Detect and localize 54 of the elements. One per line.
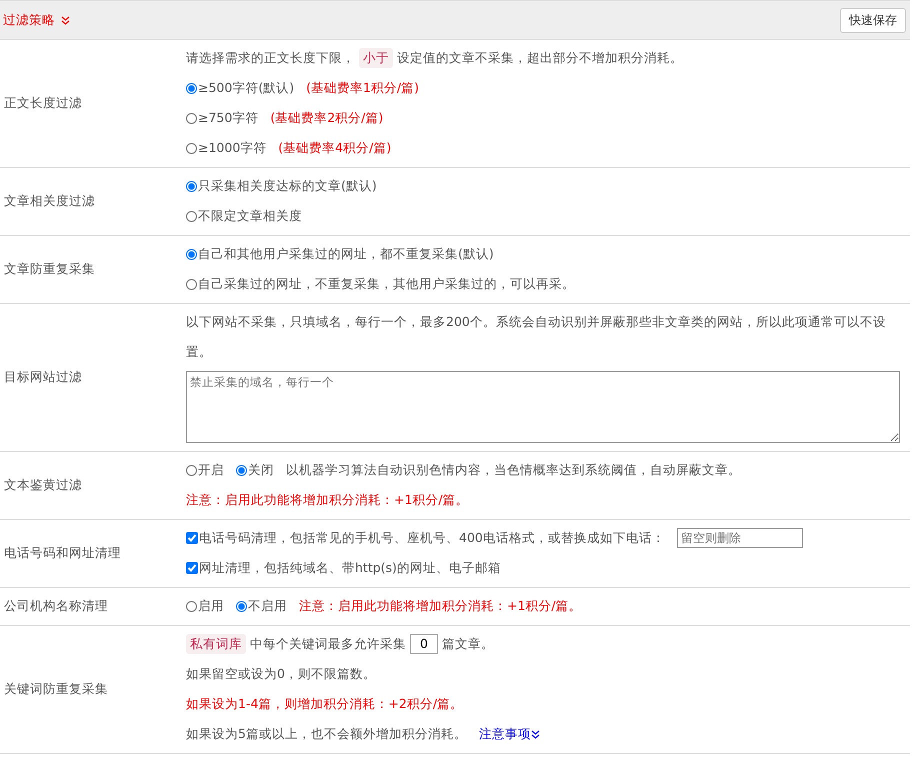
setting-label: 关键词防重复采集 [3,680,109,698]
warning-text: 注意：启用此功能将增加积分消耗：+1积分/篇。 [186,491,469,509]
description-text: 中每个关键词最多允许采集 [250,635,406,653]
description-text: 篇文章。 [442,635,494,653]
description-text: 设定值的文章不采集，超出部分不增加积分消耗。 [397,49,683,67]
option-label[interactable]: ≥750字符 [198,103,258,133]
count-input[interactable]: 0 [410,634,438,654]
radio-option[interactable]: 启用 [186,591,224,621]
radio-button[interactable] [186,112,197,124]
option-label[interactable]: 开启 [198,455,224,485]
setting-label: 文章防重复采集 [3,260,96,278]
radio-option[interactable]: 关闭 [236,455,274,485]
warning-text: 如果设为1-4篇，则增加积分消耗：+2积分/篇。 [186,695,464,713]
setting-label: 公司机构名称清理 [3,596,109,614]
highlight-tag: 私有词库 [186,634,246,654]
setting-label: 正文长度过滤 [3,94,83,112]
checkbox[interactable] [186,562,198,574]
setting-label: 电话号码和网址清理 [3,544,122,562]
warning-text: 注意：启用此功能将增加积分消耗：+1积分/篇。 [299,597,582,615]
notes-link[interactable]: 注意事项 [478,719,540,749]
radio-button[interactable] [186,600,197,612]
radio-button[interactable] [186,82,197,94]
radio-option[interactable]: ≥750字符 [186,103,258,133]
option-label[interactable]: 不启用 [248,591,287,621]
highlight-tag: 小于 [359,48,393,68]
option-label[interactable]: 关闭 [248,455,274,485]
double-chevron-icon[interactable] [530,730,540,738]
warning-text: (基础费率4积分/篇) [278,139,392,157]
setting-label: 目标网站过滤 [3,368,83,386]
radio-button[interactable] [236,600,247,612]
radio-button[interactable] [186,248,197,260]
description-text: 如果留空或设为0，则不限篇数。 [186,665,376,683]
description-text: 以机器学习算法自动识别色情内容，当色情概率达到系统阈值，自动屏蔽文章。 [286,461,741,479]
domain-textarea[interactable]: 禁止采集的域名，每行一个 [186,371,900,443]
double-chevron-icon[interactable] [61,16,70,24]
phone-input[interactable]: 留空则删除 [676,528,803,548]
radio-button[interactable] [186,210,197,222]
radio-button[interactable] [186,278,197,290]
setting-label: 文章相关度过滤 [3,192,96,210]
warning-text: (基础费率2积分/篇) [270,109,384,127]
description-text: 如果设为5篇或以上，也不会额外增加积分消耗。 [186,725,467,743]
save-button[interactable]: 快速保存 [840,8,906,32]
description-text: 请选择需求的正文长度下限， [186,49,355,67]
radio-option[interactable]: 不启用 [236,591,287,621]
warning-text: (基础费率1积分/篇) [306,79,420,97]
radio-button[interactable] [186,180,197,192]
setting-label: 文本鉴黄过滤 [3,476,83,494]
radio-button[interactable] [186,464,197,476]
description-text: 以下网站不采集，只填域名，每行一个，最多200个。系统会自动识别并屏蔽那些非文章类的网站，所以此项通常可以不设置。 [186,313,887,361]
option-label[interactable]: 启用 [198,591,224,621]
radio-button[interactable] [186,142,197,154]
radio-option[interactable]: 开启 [186,455,224,485]
checkbox[interactable] [186,532,198,544]
radio-button[interactable] [236,464,247,476]
